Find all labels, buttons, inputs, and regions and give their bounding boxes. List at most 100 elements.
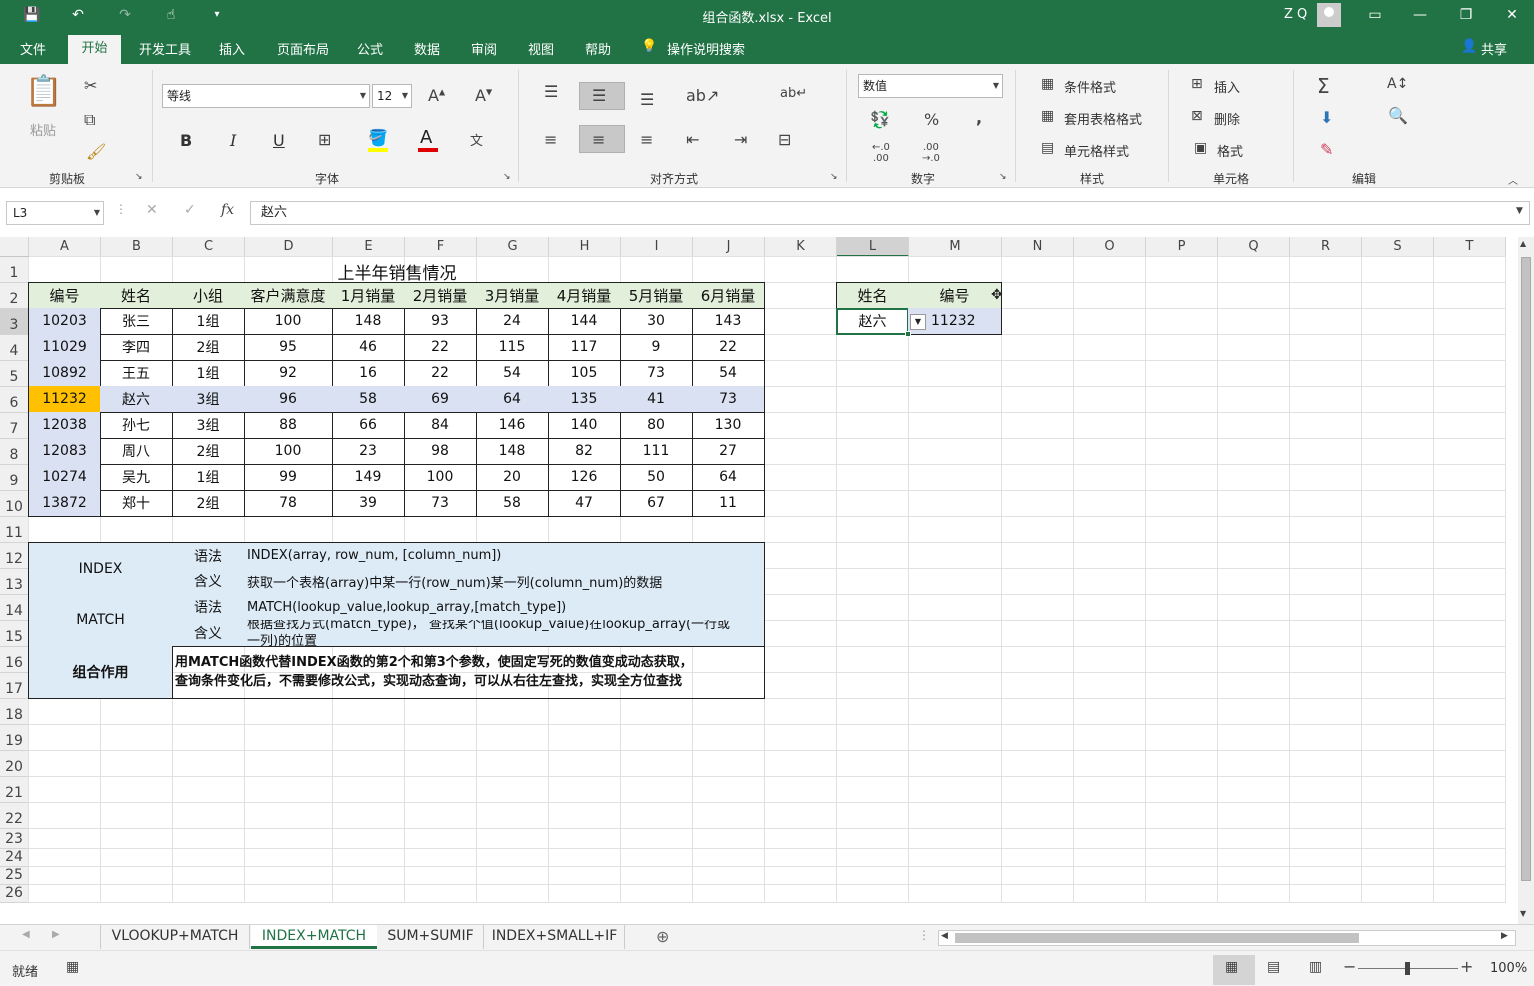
column-header[interactable]: C	[173, 237, 245, 257]
vertical-scroll-thumb[interactable]	[1521, 257, 1531, 881]
index-meaning-cell[interactable]: 获取一个表格(array)中某一行(row_num)某一列(column_num…	[244, 568, 765, 595]
merge-center-icon[interactable]: ⊟	[778, 130, 791, 149]
table-cell[interactable]: 80	[620, 412, 693, 439]
ribbon-display-icon[interactable]: ▭	[1360, 4, 1390, 26]
index-meaning-label[interactable]: 含义	[172, 568, 245, 595]
wrap-text-icon[interactable]: ab↵	[780, 86, 807, 101]
table-cell[interactable]: 99	[244, 464, 333, 491]
validation-dropdown-icon[interactable]: ▼	[910, 314, 926, 330]
table-cell[interactable]: 88	[244, 412, 333, 439]
row-header[interactable]: 4	[0, 335, 29, 361]
tab-developer[interactable]: 开发工具	[139, 39, 191, 58]
match-meaning-cell[interactable]: 根据查找方式(match_type)， 查找某个值(lookup_value)在…	[244, 620, 765, 647]
cancel-icon[interactable]: ✕	[146, 202, 158, 218]
table-cell[interactable]: 64	[476, 386, 549, 413]
table-header-cell[interactable]: 5月销量	[620, 282, 693, 309]
table-cell[interactable]: 赵六	[100, 386, 173, 413]
border-icon[interactable]: ⊞	[318, 130, 331, 149]
table-cell[interactable]: 82	[548, 438, 621, 465]
bold-button[interactable]: B	[180, 131, 192, 150]
number-format-select[interactable]: 数值 ▼	[858, 74, 1003, 98]
scroll-left-icon[interactable]: ◀	[941, 931, 948, 941]
table-cell[interactable]: 64	[692, 464, 765, 491]
formula-input[interactable]: 赵六	[250, 201, 1530, 225]
lookup-name-header[interactable]: 姓名	[836, 282, 909, 309]
table-cell[interactable]: 135	[548, 386, 621, 413]
row-header[interactable]: 7	[0, 413, 29, 439]
copy-icon[interactable]: ⧉	[84, 110, 95, 130]
cut-icon[interactable]: ✂	[84, 76, 97, 95]
decrease-indent-icon[interactable]: ⇤	[686, 130, 699, 149]
table-cell[interactable]: 1组	[172, 308, 245, 335]
table-cell[interactable]: 148	[476, 438, 549, 465]
column-header[interactable]: N	[1002, 237, 1074, 257]
delete-cells-button[interactable]: 删除	[1214, 109, 1240, 128]
table-cell[interactable]: 100	[244, 438, 333, 465]
table-cell[interactable]: 10274	[28, 464, 101, 491]
align-top-icon[interactable]: ☰	[544, 82, 558, 101]
alignment-launcher-icon[interactable]: ↘	[830, 172, 838, 182]
table-cell[interactable]: 39	[332, 490, 405, 517]
table-cell[interactable]: 16	[332, 360, 405, 387]
table-cell[interactable]: 146	[476, 412, 549, 439]
table-cell[interactable]: 张三	[100, 308, 173, 335]
find-select-icon[interactable]: 🔍	[1388, 106, 1408, 125]
table-cell[interactable]: 92	[244, 360, 333, 387]
tab-file[interactable]: 文件	[20, 39, 46, 58]
table-cell[interactable]: 115	[476, 334, 549, 361]
match-syntax-label[interactable]: 语法	[172, 594, 245, 621]
table-cell[interactable]: 20	[476, 464, 549, 491]
table-cell[interactable]: 2组	[172, 334, 245, 361]
table-cell[interactable]: 12038	[28, 412, 101, 439]
name-box[interactable]: L3 ▼	[6, 201, 104, 225]
tab-page-layout[interactable]: 页面布局	[277, 39, 329, 58]
column-header[interactable]: I	[621, 237, 693, 257]
table-cell[interactable]: 王五	[100, 360, 173, 387]
table-cell[interactable]: 149	[332, 464, 405, 491]
index-syntax-cell[interactable]: INDEX(array, row_num, [column_num])	[244, 542, 765, 569]
match-syntax-cell[interactable]: MATCH(lookup_value,lookup_array,[match_t…	[244, 594, 765, 621]
format-painter-icon[interactable]: 🖌	[86, 142, 106, 161]
table-header-cell[interactable]: 姓名	[100, 282, 173, 309]
table-cell[interactable]: 23	[332, 438, 405, 465]
table-cell[interactable]: 111	[620, 438, 693, 465]
row-header[interactable]: 24	[0, 849, 29, 867]
zoom-in-icon[interactable]: +	[1460, 957, 1473, 976]
column-header[interactable]: H	[549, 237, 621, 257]
user-name[interactable]: Z Q	[1284, 7, 1307, 22]
row-header[interactable]: 16	[0, 647, 29, 673]
table-cell[interactable]: 117	[548, 334, 621, 361]
font-size-select[interactable]: 12 ▼	[372, 84, 412, 108]
column-header[interactable]: L	[837, 237, 909, 257]
align-right-icon[interactable]: ≡	[640, 130, 653, 149]
accounting-format-icon[interactable]: 💱	[870, 110, 890, 129]
sheet-tab-sum-sumif[interactable]: SUM+SUMIF	[378, 925, 484, 949]
macro-record-icon[interactable]: ▦	[66, 959, 79, 975]
format-as-table-button[interactable]: 套用表格格式	[1064, 109, 1142, 128]
row-header[interactable]: 25	[0, 867, 29, 885]
zoom-slider-thumb[interactable]	[1405, 962, 1410, 975]
tab-review[interactable]: 审阅	[471, 39, 497, 58]
tab-help[interactable]: 帮助	[585, 39, 611, 58]
table-cell[interactable]: 41	[620, 386, 693, 413]
table-cell[interactable]: 22	[404, 334, 477, 361]
align-left-icon[interactable]: ≡	[544, 130, 557, 149]
next-sheet-icon[interactable]: ▶	[52, 929, 60, 940]
enter-icon[interactable]: ✓	[184, 202, 196, 218]
table-cell[interactable]: 73	[692, 386, 765, 413]
table-cell[interactable]: 47	[548, 490, 621, 517]
tab-home[interactable]: 开始	[68, 35, 121, 64]
table-cell[interactable]: 148	[332, 308, 405, 335]
row-header[interactable]: 6	[0, 387, 29, 413]
paste-icon[interactable]: 📋	[24, 74, 64, 114]
prev-sheet-icon[interactable]: ◀	[22, 929, 30, 940]
align-bottom-icon[interactable]: ☰	[640, 90, 654, 109]
table-cell[interactable]: 12083	[28, 438, 101, 465]
index-label-cell[interactable]: INDEX	[28, 542, 173, 595]
horizontal-scrollbar[interactable]: ◀ ▶	[938, 930, 1516, 946]
table-header-cell[interactable]: 2月销量	[404, 282, 477, 309]
table-cell[interactable]: 10892	[28, 360, 101, 387]
column-header[interactable]: F	[405, 237, 477, 257]
tab-formulas[interactable]: 公式	[357, 39, 383, 58]
column-header[interactable]: A	[29, 237, 101, 257]
